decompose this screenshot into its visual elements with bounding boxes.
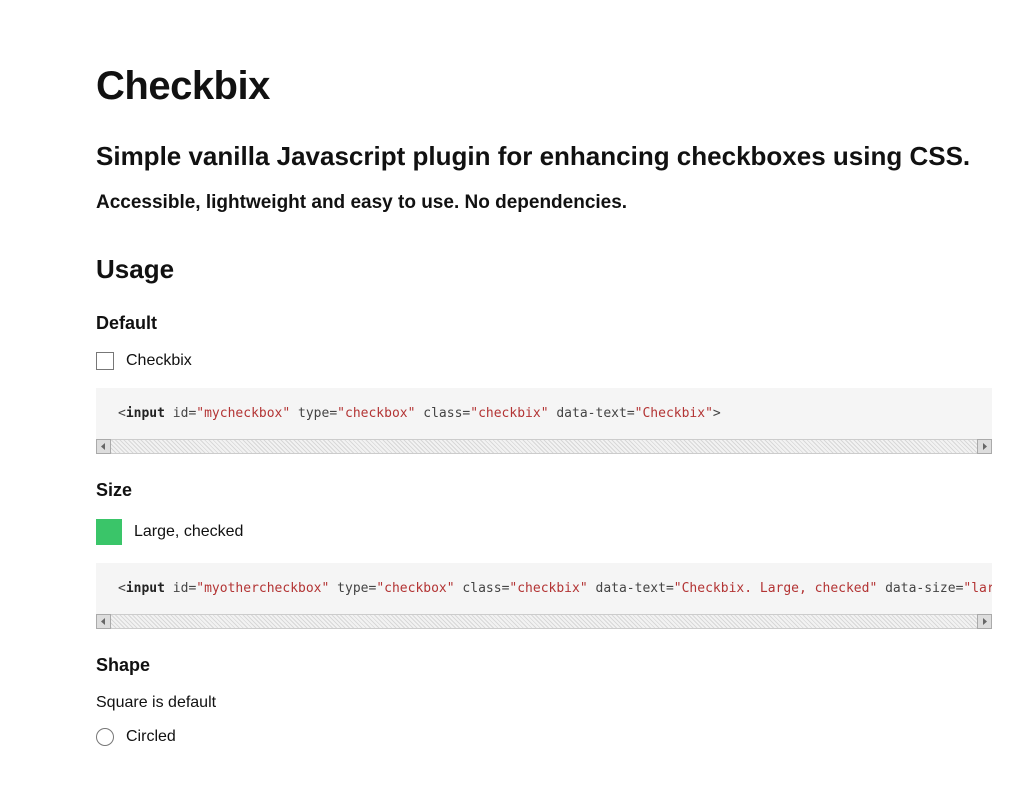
shape-checkbox-row: Circled [96,728,992,746]
scroll-left-icon[interactable] [96,439,111,454]
page-tagline: Accessible, lightweight and easy to use.… [96,192,992,214]
page-title: Checkbix [96,64,992,109]
large-checkbox-label: Large, checked [134,523,243,541]
shape-heading: Shape [96,655,992,676]
usage-heading: Usage [96,254,992,285]
size-checkbox-row: Large, checked [96,519,992,545]
scroll-track[interactable] [111,439,977,454]
default-checkbox-row: Checkbix [96,352,992,370]
default-code-wrap: <input id="mycheckbox" type="checkbox" c… [96,388,992,454]
default-checkbox[interactable] [96,352,114,370]
page-subtitle: Simple vanilla Javascript plugin for enh… [96,141,992,172]
size-scrollbar[interactable] [96,614,992,629]
circle-checkbox-label: Circled [126,728,176,746]
large-checkbox[interactable] [96,519,122,545]
default-code: <input id="mycheckbox" type="checkbox" c… [96,388,992,439]
scroll-right-icon[interactable] [977,614,992,629]
size-heading: Size [96,480,992,501]
size-code-wrap: <input id="myothercheckbox" type="checkb… [96,563,992,629]
scroll-track[interactable] [111,614,977,629]
default-checkbox-label: Checkbix [126,352,192,370]
shape-note: Square is default [96,694,992,712]
circle-checkbox[interactable] [96,728,114,746]
default-heading: Default [96,313,992,334]
scroll-right-icon[interactable] [977,439,992,454]
scroll-left-icon[interactable] [96,614,111,629]
size-code: <input id="myothercheckbox" type="checkb… [96,563,992,614]
default-scrollbar[interactable] [96,439,992,454]
